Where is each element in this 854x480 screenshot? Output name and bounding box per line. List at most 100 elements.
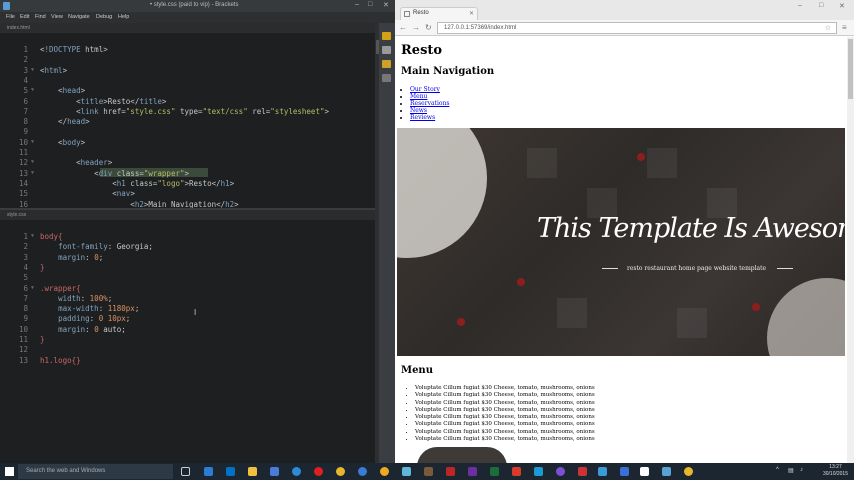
code-line[interactable]: 7 width: 100%; bbox=[0, 294, 375, 304]
code-line[interactable]: 11 bbox=[0, 148, 375, 158]
extension-manager-icon[interactable] bbox=[382, 46, 391, 54]
code-line[interactable]: 3 margin: 0; bbox=[0, 253, 375, 263]
fold-arrow-icon[interactable]: ▼ bbox=[31, 170, 34, 176]
code-line[interactable]: 14 <h1 class="logo">Resto</h1> bbox=[0, 179, 375, 189]
code-line[interactable]: 3 ▼ <html> bbox=[0, 66, 375, 76]
chrome-icon-2[interactable] bbox=[684, 467, 693, 476]
code-line[interactable]: 9 padding: 0 10px; bbox=[0, 314, 375, 324]
code-line[interactable]: 4 bbox=[0, 76, 375, 86]
fold-arrow-icon[interactable]: ▼ bbox=[31, 233, 34, 239]
fold-arrow-icon[interactable]: ▼ bbox=[31, 159, 34, 165]
outlook-icon[interactable] bbox=[226, 467, 235, 476]
home-icon[interactable] bbox=[640, 467, 649, 476]
page-scrollbar-thumb[interactable] bbox=[848, 39, 853, 99]
app2-icon[interactable] bbox=[662, 467, 671, 476]
code-line[interactable]: 8 max-width: 1180px; bbox=[0, 304, 375, 314]
menu-file[interactable]: File bbox=[6, 14, 15, 20]
menu-find[interactable]: Find bbox=[35, 14, 46, 20]
address-bar[interactable]: 127.0.0.1:57369/index.html ☆ bbox=[437, 22, 837, 34]
app-icon[interactable] bbox=[512, 467, 521, 476]
code-line[interactable]: 5 ▼ <head> bbox=[0, 86, 375, 96]
code-line[interactable]: 13 ▼ <div class="wrapper"> bbox=[0, 169, 375, 179]
reload-icon[interactable]: ↻ bbox=[425, 23, 432, 32]
maximize-icon[interactable]: □ bbox=[368, 1, 372, 8]
code-line[interactable]: 11} bbox=[0, 335, 375, 345]
visual-studio-icon[interactable] bbox=[468, 467, 477, 476]
photos-icon[interactable] bbox=[270, 467, 279, 476]
index-html-tab[interactable]: index.html bbox=[0, 23, 375, 33]
file-explorer-icon[interactable] bbox=[248, 467, 257, 476]
bookmark-star-icon[interactable]: ☆ bbox=[825, 24, 831, 32]
live-preview-icon[interactable] bbox=[382, 32, 391, 40]
nav-link-news[interactable]: News bbox=[410, 107, 427, 114]
tools-icon[interactable] bbox=[382, 74, 391, 82]
style-css-tab[interactable]: style.css bbox=[0, 210, 375, 220]
index-html-editor[interactable]: index.html 1 <!DOCTYPE html> 2 3 ▼ <html> 4 5 ▼ … bbox=[0, 23, 375, 209]
skype-icon[interactable] bbox=[534, 467, 543, 476]
code-line[interactable]: 9 bbox=[0, 127, 375, 137]
notepad-icon[interactable] bbox=[424, 467, 433, 476]
code-line[interactable]: 15 <nav> bbox=[0, 189, 375, 199]
acrobat-icon[interactable] bbox=[446, 467, 455, 476]
fold-arrow-icon[interactable]: ▼ bbox=[31, 87, 34, 93]
browser-tab[interactable]: Resto ✕ bbox=[400, 7, 478, 20]
browser-minimize-icon[interactable]: – bbox=[798, 2, 802, 9]
menu-navigate[interactable]: Navigate bbox=[68, 14, 90, 20]
code-line[interactable]: 2 bbox=[0, 55, 375, 65]
minimize-icon[interactable]: – bbox=[355, 1, 359, 8]
chrome-menu-icon[interactable]: ≡ bbox=[842, 23, 847, 32]
nav-link-our-story[interactable]: Our Story bbox=[410, 86, 440, 93]
nav-link-reservations[interactable]: Reservations bbox=[410, 100, 449, 107]
task-view-icon[interactable] bbox=[181, 467, 190, 476]
code-line[interactable]: 1 ▼ body{ bbox=[0, 232, 375, 242]
filezilla-icon[interactable] bbox=[578, 467, 587, 476]
firefox-dev-icon[interactable] bbox=[358, 467, 367, 476]
store-icon[interactable] bbox=[204, 467, 213, 476]
code-line[interactable]: 5 bbox=[0, 273, 375, 283]
code-line[interactable]: 4} bbox=[0, 263, 375, 273]
menu-help[interactable]: Help bbox=[118, 14, 129, 20]
browser-maximize-icon[interactable]: □ bbox=[819, 2, 823, 9]
edge-icon[interactable] bbox=[292, 467, 301, 476]
forward-icon[interactable]: → bbox=[412, 23, 420, 32]
code-line[interactable]: 2 font-family: Georgia; bbox=[0, 242, 375, 252]
code-line[interactable]: 6 ▼ .wrapper{ bbox=[0, 284, 375, 294]
close-icon[interactable]: ✕ bbox=[383, 1, 389, 9]
system-clock[interactable]: 13:27 30/10/2015 bbox=[823, 464, 848, 478]
media-player-icon[interactable] bbox=[620, 467, 629, 476]
tray-chevron-icon[interactable]: ^ bbox=[776, 467, 779, 473]
chrome-icon[interactable] bbox=[336, 467, 345, 476]
code-line[interactable]: 6 <title>Resto</title> bbox=[0, 97, 375, 107]
nav-link-menu[interactable]: Menu bbox=[410, 93, 427, 100]
page-scrollbar[interactable] bbox=[847, 37, 854, 463]
volume-icon[interactable]: ♪ bbox=[800, 467, 803, 473]
menu-edit[interactable]: Edit bbox=[20, 14, 29, 20]
fold-arrow-icon[interactable]: ▼ bbox=[31, 67, 34, 73]
code-line[interactable]: 10 margin: 0 auto; bbox=[0, 325, 375, 335]
code-line[interactable]: 7 <link href="style.css" type="text/css"… bbox=[0, 107, 375, 117]
menu-view[interactable]: View bbox=[51, 14, 63, 20]
fold-arrow-icon[interactable]: ▼ bbox=[31, 139, 34, 145]
back-icon[interactable]: ← bbox=[399, 23, 407, 32]
opera-icon[interactable] bbox=[314, 467, 323, 476]
network-icon[interactable]: ▤ bbox=[788, 467, 794, 474]
taskbar-search-box[interactable]: Search the web and Windows bbox=[18, 464, 173, 479]
tab-close-icon[interactable]: ✕ bbox=[469, 10, 474, 17]
lint-icon[interactable] bbox=[382, 60, 391, 68]
brackets-taskbar-icon[interactable] bbox=[402, 467, 411, 476]
code-line[interactable]: 12 ▼ <header> bbox=[0, 158, 375, 168]
tool-icon[interactable] bbox=[598, 467, 607, 476]
chrome-canary-icon[interactable] bbox=[380, 467, 389, 476]
obs-icon[interactable] bbox=[556, 467, 565, 476]
menu-debug[interactable]: Debug bbox=[96, 14, 112, 20]
code-line[interactable]: 13 h1.logo{} bbox=[0, 356, 375, 366]
code-line[interactable]: 12 bbox=[0, 345, 375, 355]
style-css-editor[interactable]: style.css 1 ▼ body{2 font-family: Georgia;… bbox=[0, 210, 375, 463]
browser-close-icon[interactable]: ✕ bbox=[839, 2, 845, 10]
nav-link-reviews[interactable]: Reviews bbox=[410, 114, 435, 121]
code-line[interactable]: 1 <!DOCTYPE html> bbox=[0, 45, 375, 55]
windows-start-icon[interactable] bbox=[5, 467, 14, 476]
code-line[interactable]: 8 </head> bbox=[0, 117, 375, 127]
code-line[interactable]: 10 ▼ <body> bbox=[0, 138, 375, 148]
terminal-icon[interactable] bbox=[490, 467, 499, 476]
